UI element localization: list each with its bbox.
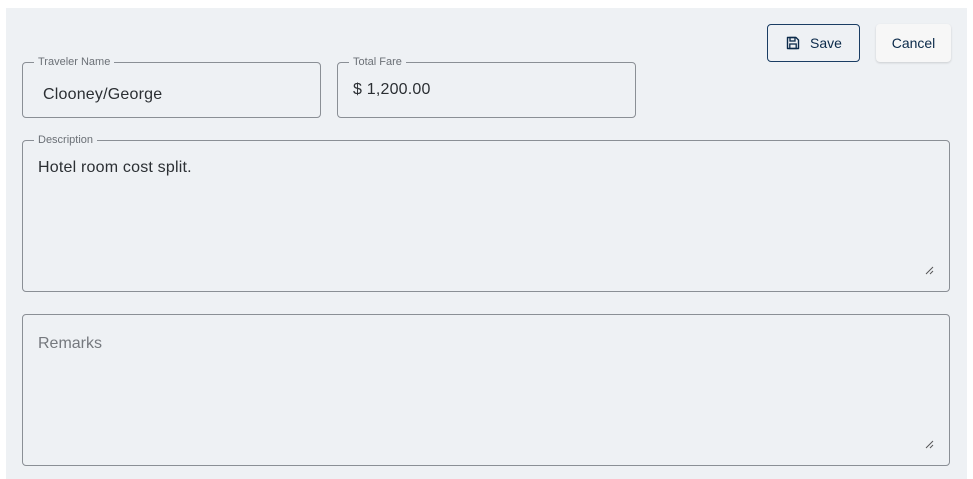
description-resize-icon[interactable] <box>925 266 934 275</box>
traveler-name-value[interactable]: Clooney/George <box>43 86 162 104</box>
remarks-field[interactable] <box>22 314 950 466</box>
remarks-placeholder[interactable]: Remarks <box>38 335 102 353</box>
save-button[interactable]: Save <box>767 24 860 62</box>
description-field[interactable]: Description <box>22 134 950 292</box>
total-fare-value[interactable]: $ 1,200.00 <box>353 81 431 99</box>
save-button-label: Save <box>810 35 842 51</box>
cancel-button-label: Cancel <box>891 35 936 51</box>
remarks-resize-icon[interactable] <box>925 440 934 449</box>
description-label: Description <box>38 134 94 146</box>
traveler-name-label: Traveler Name <box>38 56 111 68</box>
description-value[interactable]: Hotel room cost split. <box>38 159 192 177</box>
total-fare-label: Total Fare <box>353 56 402 68</box>
cancel-button[interactable]: Cancel <box>876 24 951 62</box>
save-icon <box>785 35 801 51</box>
